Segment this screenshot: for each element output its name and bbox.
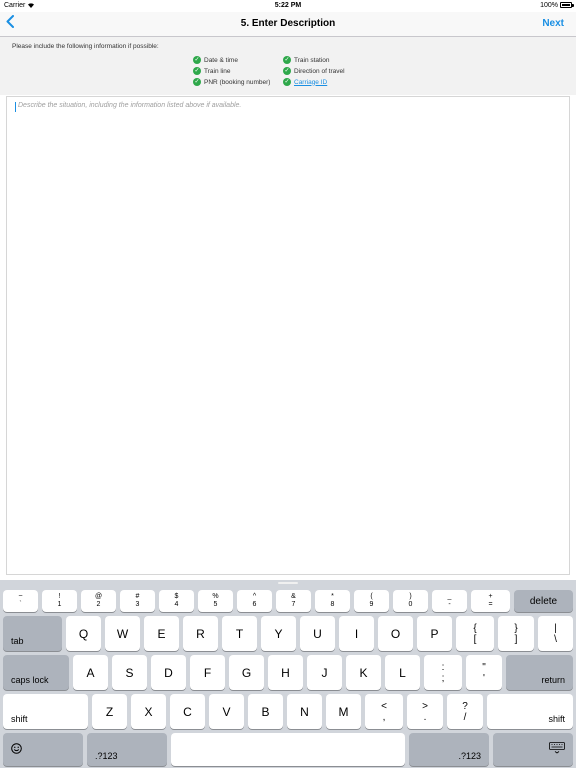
key-q[interactable]: Q xyxy=(66,616,101,651)
shift-right-key[interactable]: shift xyxy=(487,694,573,729)
onscreen-keyboard: ~ ` ! 1 @2 #3 $4 % 5 ^ 6 & 7 * 8 (9 ) 0 _ - + = d… xyxy=(0,580,576,768)
navigation-bar: 5. Enter Description Next xyxy=(0,12,576,37)
key-o[interactable]: O xyxy=(378,616,413,651)
key-n[interactable]: N xyxy=(287,694,322,729)
caps-lock-key[interactable]: caps lock xyxy=(3,655,69,690)
key-s[interactable]: S xyxy=(112,655,147,690)
key-backslash[interactable]: | \ xyxy=(538,616,573,651)
checklist-item-carriage-id: ✓ Carriage ID xyxy=(283,78,327,86)
key-9[interactable]: (9 xyxy=(354,590,389,612)
keyboard-dismiss-key[interactable] xyxy=(493,733,573,766)
key-bracket-left[interactable]: {[ xyxy=(456,616,494,651)
check-circle-icon: ✓ xyxy=(283,56,291,64)
key-a[interactable]: A xyxy=(73,655,108,690)
battery-percentage: 100% xyxy=(540,2,558,9)
key-6[interactable]: ^ 6 xyxy=(237,590,272,612)
keyboard-handle[interactable] xyxy=(278,582,298,584)
key-w[interactable]: W xyxy=(105,616,140,651)
key-y[interactable]: Y xyxy=(261,616,296,651)
info-intro-text: Please include the following information… xyxy=(12,43,159,50)
key-3[interactable]: #3 xyxy=(120,590,155,612)
key-k[interactable]: K xyxy=(346,655,381,690)
key-l[interactable]: L xyxy=(385,655,420,690)
info-panel: Please include the following information… xyxy=(0,37,576,95)
key-slash[interactable]: ? / xyxy=(447,694,483,729)
return-key[interactable]: return xyxy=(506,655,573,690)
keyboard-dismiss-icon xyxy=(549,742,565,757)
key-p[interactable]: P xyxy=(417,616,452,651)
key-quote[interactable]: " ' xyxy=(466,655,502,690)
key-r[interactable]: R xyxy=(183,616,218,651)
key-2[interactable]: @2 xyxy=(81,590,116,612)
key-7[interactable]: & 7 xyxy=(276,590,311,612)
check-circle-icon: ✓ xyxy=(283,78,291,86)
delete-key[interactable]: delete xyxy=(514,590,573,612)
checklist-item-date-time: ✓ Date & time xyxy=(193,56,238,64)
battery-icon xyxy=(560,2,572,8)
emoji-icon xyxy=(11,742,22,757)
key-t[interactable]: T xyxy=(222,616,257,651)
key-g[interactable]: G xyxy=(229,655,264,690)
checklist-item-pnr: ✓ PNR (booking number) xyxy=(193,78,271,86)
shift-left-key[interactable]: shift xyxy=(3,694,88,729)
key-c[interactable]: C xyxy=(170,694,205,729)
key-i[interactable]: I xyxy=(339,616,374,651)
check-circle-icon: ✓ xyxy=(193,67,201,75)
key-v[interactable]: V xyxy=(209,694,244,729)
key-1[interactable]: ! 1 xyxy=(42,590,77,612)
key-5[interactable]: % 5 xyxy=(198,590,233,612)
key-u[interactable]: U xyxy=(300,616,335,651)
key-equals[interactable]: + = xyxy=(471,590,510,612)
key-comma[interactable]: <, xyxy=(365,694,403,729)
key-h[interactable]: H xyxy=(268,655,303,690)
key-period[interactable]: >. xyxy=(407,694,443,729)
space-bar[interactable] xyxy=(171,733,405,766)
status-time: 5:22 PM xyxy=(274,2,302,9)
page-title: 5. Enter Description xyxy=(240,18,336,29)
numbers-key-left[interactable]: .?123 xyxy=(87,733,167,766)
check-circle-icon: ✓ xyxy=(193,56,201,64)
description-textarea[interactable]: Describe the situation, including the in… xyxy=(6,96,570,575)
key-0[interactable]: ) 0 xyxy=(393,590,428,612)
key-x[interactable]: X xyxy=(131,694,166,729)
key-e[interactable]: E xyxy=(144,616,179,651)
key-minus[interactable]: _ - xyxy=(432,590,467,612)
key-semicolon[interactable]: :; xyxy=(424,655,462,690)
emoji-key[interactable] xyxy=(3,733,83,766)
carriage-id-link[interactable]: Carriage ID xyxy=(294,79,327,86)
status-bar: Carrier 5:22 PM 100% xyxy=(0,0,576,12)
next-button[interactable]: Next xyxy=(542,18,564,29)
key-f[interactable]: F xyxy=(190,655,225,690)
description-placeholder: Describe the situation, including the in… xyxy=(18,102,242,109)
numbers-key-right[interactable]: .?123 xyxy=(409,733,489,766)
tab-key[interactable]: tab xyxy=(3,616,62,651)
key-m[interactable]: M xyxy=(326,694,361,729)
checklist-item-train-station: ✓ Train station xyxy=(283,56,330,64)
key-j[interactable]: J xyxy=(307,655,342,690)
key-b[interactable]: B xyxy=(248,694,283,729)
key-8[interactable]: * 8 xyxy=(315,590,350,612)
text-caret xyxy=(15,102,16,112)
check-circle-icon: ✓ xyxy=(283,67,291,75)
key-4[interactable]: $4 xyxy=(159,590,194,612)
key-tilde[interactable]: ~ ` xyxy=(3,590,38,612)
check-circle-icon: ✓ xyxy=(193,78,201,86)
key-z[interactable]: Z xyxy=(92,694,127,729)
battery-tip-icon xyxy=(572,4,574,7)
checklist-item-direction: ✓ Direction of travel xyxy=(283,67,345,75)
checklist-item-train-line: ✓ Train line xyxy=(193,67,231,75)
key-d[interactable]: D xyxy=(151,655,186,690)
key-bracket-right[interactable]: }] xyxy=(498,616,534,651)
